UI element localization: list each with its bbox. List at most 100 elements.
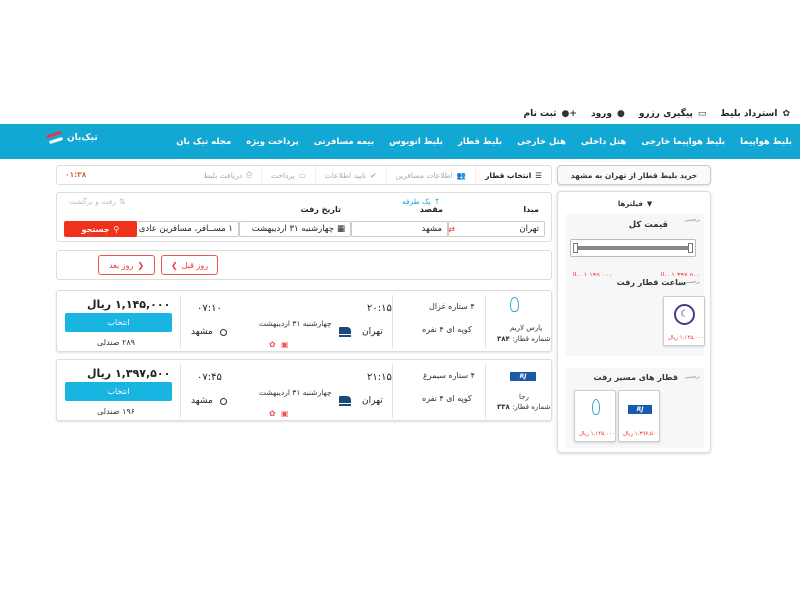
rajaa-logo-icon: RJ xyxy=(510,372,536,381)
login-label: ورود xyxy=(590,109,612,119)
arrival-dot-icon xyxy=(220,329,227,336)
main-nav: بلیط هواپیما بلیط هواپیما خارجی هتل داخل… xyxy=(0,124,800,159)
step-payment: ▭ پرداخت xyxy=(261,166,315,184)
roundtrip-option[interactable]: ⇅ رفت و برگشت xyxy=(69,197,125,206)
nav-item-insurance[interactable]: بیمه مسافرتی xyxy=(314,137,374,147)
passengers-field[interactable]: ۱ مســافر، مسافرین عادی xyxy=(133,221,239,237)
destination-value: مشهد xyxy=(421,224,442,234)
search-button-label: جستجو xyxy=(81,224,110,234)
list-icon: ☰ xyxy=(535,170,542,180)
step-confirm-info: ✔ تایید اطلاعات xyxy=(314,166,386,184)
step-passenger-info-label: اطلاعات مسافرین xyxy=(395,170,453,180)
departure-time-section: برچسبی ساعت قطار رفت ☾ ۱,۱۴۵,۰۰۰ ریال xyxy=(566,276,705,356)
arrival-time: ۰۷:۱۰ xyxy=(197,303,222,314)
date-field[interactable]: ▦ چهارشنبه ۳۱ اردیبهشت xyxy=(239,221,351,237)
divider xyxy=(392,364,393,418)
refund-label: استرداد بلیط xyxy=(720,109,778,119)
train-number: شماره قطار: ۳۳۸ xyxy=(497,403,550,411)
prev-day-button[interactable]: روز قبل ❯ xyxy=(161,255,218,275)
next-day-button[interactable]: ❮ روز بعد xyxy=(98,255,155,275)
train-name: ۴ ستاره غزال xyxy=(429,302,475,311)
step-confirm-info-label: تایید اطلاعات xyxy=(324,170,367,180)
night-time-option[interactable]: ☾ ۱,۱۴۵,۰۰۰ ریال xyxy=(663,296,705,346)
departure-city: تهران xyxy=(362,327,383,337)
filters-header[interactable]: ▼ فیلترها xyxy=(558,200,712,208)
divider xyxy=(180,295,181,349)
check-icon: ✔ xyxy=(370,170,377,180)
date-label: تاریخ رفت xyxy=(300,205,341,214)
departure-time: ۲۱:۱۵ xyxy=(367,372,392,383)
origin-field[interactable]: تهران xyxy=(448,221,545,237)
oneway-arrow-icon: ↑ xyxy=(433,197,441,206)
refund-link[interactable]: ✿ استرداد بلیط xyxy=(720,109,790,119)
oneway-option[interactable]: ↑ یک طرفه xyxy=(402,197,440,206)
train-icon xyxy=(339,327,351,337)
price-range-handle-max[interactable] xyxy=(688,243,693,253)
oneway-label: یک طرفه xyxy=(402,197,431,206)
price-range-slider[interactable] xyxy=(570,239,696,257)
train-number-value: ۳۳۸ xyxy=(497,403,510,411)
price-range-handle-min[interactable] xyxy=(573,243,578,253)
compartment-type: کوپه ای ۴ نفره xyxy=(422,394,472,403)
step-select-train[interactable]: ☰ انتخاب قطار xyxy=(475,166,551,184)
arrival-city: مشهد xyxy=(191,396,213,406)
date-value: چهارشنبه ۳۱ اردیبهشت xyxy=(251,224,334,234)
train-name: ۴ ستاره سیمرغ xyxy=(423,371,475,380)
bed-icon: ▣ xyxy=(281,409,289,418)
next-day-label: روز بعد xyxy=(108,260,134,270)
price-filter-section: برچسبی قیمت کل ۱,۳۹۷,۵۰۰ ریال ۱,۱۴۵,۰۰۰ … xyxy=(566,214,704,284)
swap-icon[interactable]: ⇄ xyxy=(448,225,455,234)
divider xyxy=(392,295,393,349)
nav-item-flights[interactable]: بلیط هواپیما xyxy=(740,137,792,147)
day-navigation: روز قبل ❯ ❮ روز بعد xyxy=(56,250,552,280)
filters-label: فیلترها xyxy=(617,200,643,208)
train-number-label: شماره قطار: xyxy=(512,403,551,411)
passengers-value: ۱ مســافر، مسافرین عادی xyxy=(138,224,233,234)
nav-item-intl-flights[interactable]: بلیط هواپیما خارجی xyxy=(641,137,725,147)
booking-steps: ☰ انتخاب قطار 👥 اطلاعات مسافرین ✔ تایید … xyxy=(56,165,552,185)
refund-icon: ✿ xyxy=(782,109,790,119)
seats-available: ۱۹۶ صندلی xyxy=(97,407,135,416)
select-train-button[interactable]: انتخاب xyxy=(65,313,172,332)
users-icon: 👥 xyxy=(456,170,467,180)
signup-link[interactable]: +● ثبت نام xyxy=(523,109,576,119)
step-payment-label: پرداخت xyxy=(271,170,295,180)
nav-item-special-payment[interactable]: پرداخت ویژه xyxy=(246,137,299,147)
departure-time-label: ساعت قطار رفت xyxy=(616,278,686,287)
train-number: شماره قطار: ۳۸۴ xyxy=(497,335,550,343)
result-price: ۱,۱۴۵,۰۰۰ ریال xyxy=(87,298,171,311)
nav-item-train[interactable]: بلیط قطار xyxy=(458,137,502,147)
arrival-dot-icon xyxy=(220,398,227,405)
departure-time: ۲۰:۱۵ xyxy=(367,303,392,314)
route-trains-tag: برچسبی xyxy=(684,375,700,380)
user-icon: ● xyxy=(616,109,625,119)
route-option-pars-price: ۱,۱۴۵,۰۰۰ ریال xyxy=(579,431,615,437)
nav-item-domestic-hotel[interactable]: هتل داخلی xyxy=(581,137,626,147)
destination-field[interactable]: مشهد xyxy=(351,221,448,237)
route-option-rajaa[interactable]: RJ ۱,۳۹۷,۵۰۰ ریال xyxy=(618,390,660,442)
site-logo[interactable]: تیک‌بان xyxy=(45,130,98,145)
chevron-right-icon: ❯ xyxy=(170,260,178,270)
train-number-label: شماره قطار: xyxy=(512,335,551,343)
route-option-pars[interactable]: ۱,۱۴۵,۰۰۰ ریال xyxy=(574,390,616,442)
login-link[interactable]: ● ورود xyxy=(591,109,625,119)
credit-card-icon: ▭ xyxy=(298,170,306,180)
search-button[interactable]: ⚲ جستجو xyxy=(64,221,137,237)
divider xyxy=(485,364,486,418)
select-train-label: انتخاب xyxy=(107,318,130,327)
train-result-card: ۱,۳۹۷,۵۰۰ ریال انتخاب ۱۹۶ صندلی ۰۷:۴۵ مش… xyxy=(56,359,552,421)
nav-item-intl-hotel[interactable]: هتل خارجی xyxy=(517,137,566,147)
select-train-button[interactable]: انتخاب xyxy=(65,382,172,401)
origin-label: مبدا xyxy=(523,205,539,214)
nav-item-magazine[interactable]: مجله تیک بان xyxy=(176,137,231,147)
search-icon: ⚲ xyxy=(113,224,120,234)
step-receive-ticket-label: دریافت بلیط xyxy=(203,170,243,180)
destination-label: مقصد xyxy=(419,205,443,214)
divider xyxy=(180,364,181,418)
track-link[interactable]: ▭ پیگیری رزرو xyxy=(639,109,707,119)
nav-item-bus[interactable]: بلیط اتوبوس xyxy=(389,137,443,147)
ticket-icon: ▭ xyxy=(697,109,707,119)
travel-date: چهارشنبه ۳۱ اردیبهشت xyxy=(259,388,332,397)
arrival-city: مشهد xyxy=(191,327,213,337)
filter-icon: ▼ xyxy=(646,200,653,208)
